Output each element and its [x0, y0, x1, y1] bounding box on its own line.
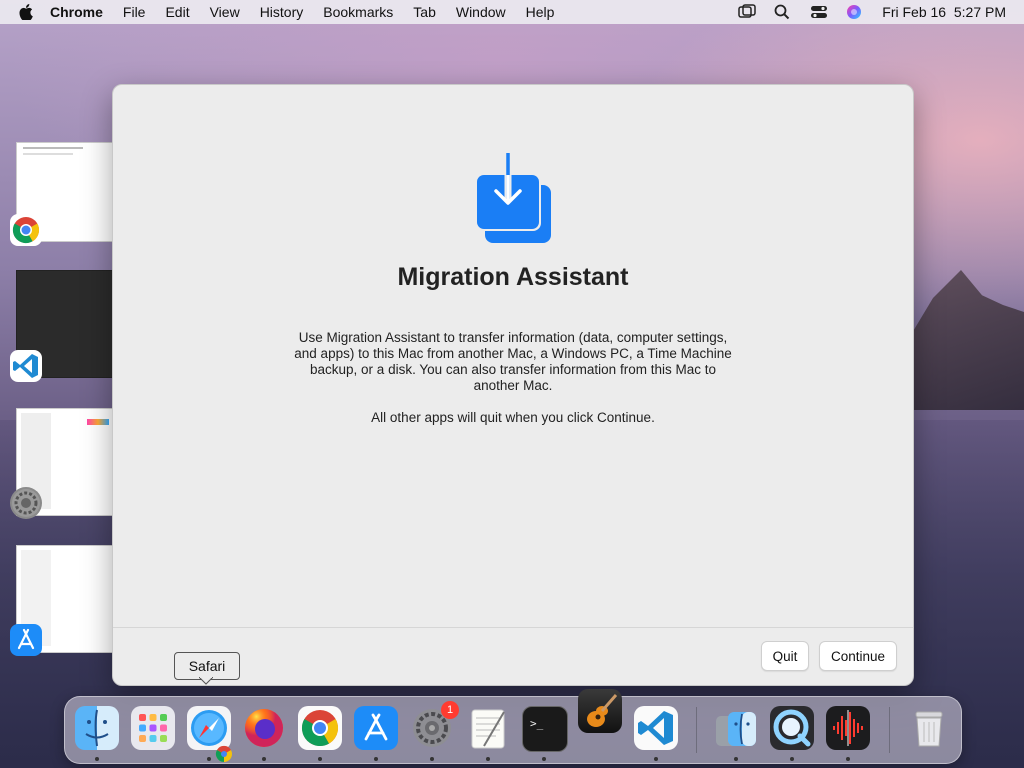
menu-bar-clock[interactable]: Fri Feb 16 5:27 PM — [882, 4, 1006, 20]
chrome-running-overlay-icon — [215, 745, 233, 763]
textedit-running-indicator — [486, 757, 490, 761]
menu-tab[interactable]: Tab — [413, 4, 436, 20]
menu-file[interactable]: File — [123, 4, 146, 20]
migration-assistant-icon — [471, 151, 555, 247]
menu-view[interactable]: View — [210, 4, 240, 20]
chrome-dock-icon[interactable] — [298, 706, 342, 750]
chrome-icon[interactable] — [10, 214, 42, 246]
trash-icon[interactable] — [907, 706, 951, 750]
spotlight-search-icon[interactable] — [774, 4, 792, 20]
continue-button[interactable]: Continue — [819, 641, 897, 671]
window-title: Migration Assistant — [397, 263, 629, 291]
firefox-icon[interactable] — [242, 706, 286, 750]
migration-running-indicator — [734, 757, 738, 761]
finder-icon[interactable] — [75, 706, 119, 750]
notification-badge: 1 — [441, 701, 459, 719]
voice-memos-icon[interactable] — [826, 706, 870, 750]
menu-bar-status: Fri Feb 16 5:27 PM — [738, 4, 1006, 20]
app-store-dock-icon[interactable] — [354, 706, 398, 750]
dock: 1 >_ — [64, 689, 962, 764]
system-preferences-running-indicator — [430, 757, 434, 761]
screen-mirroring-icon[interactable] — [738, 4, 757, 20]
window-description: Use Migration Assistant to transfer info… — [294, 330, 732, 393]
dock-separator — [696, 707, 697, 753]
terminal-running-indicator — [542, 757, 546, 761]
menu-help[interactable]: Help — [526, 4, 555, 20]
system-preferences-icon[interactable] — [10, 487, 42, 519]
dock-tooltip: Safari — [174, 652, 240, 680]
apple-menu-icon[interactable] — [16, 2, 36, 22]
siri-icon[interactable] — [846, 4, 864, 20]
menu-app-name[interactable]: Chrome — [50, 4, 103, 20]
quicktime-running-indicator — [790, 757, 794, 761]
finder-running-indicator — [95, 757, 99, 761]
firefox-running-indicator — [262, 757, 266, 761]
vscode-dock-icon[interactable] — [634, 706, 678, 750]
footer-divider — [113, 627, 913, 628]
textedit-icon[interactable] — [466, 706, 510, 750]
garageband-icon[interactable] — [578, 689, 622, 733]
launchpad-icon[interactable] — [131, 706, 175, 750]
quicktime-icon[interactable] — [770, 706, 814, 750]
menu-bookmarks[interactable]: Bookmarks — [323, 4, 393, 20]
app-store-icon[interactable] — [10, 624, 42, 656]
chrome-running-indicator — [318, 757, 322, 761]
quit-apps-note: All other apps will quit when you click … — [371, 410, 655, 425]
voice-memos-running-indicator — [846, 757, 850, 761]
vscode-icon[interactable] — [10, 350, 42, 382]
app-store-running-indicator — [374, 757, 378, 761]
safari-running-indicator — [207, 757, 211, 761]
migration-finder-icon[interactable] — [714, 706, 758, 750]
menu-window[interactable]: Window — [456, 4, 506, 20]
migration-assistant-window: Migration Assistant Use Migration Assist… — [112, 84, 914, 686]
dock-separator-trash — [889, 707, 890, 753]
terminal-icon[interactable]: >_ — [522, 706, 568, 752]
control-center-icon[interactable] — [810, 4, 828, 20]
menu-history[interactable]: History — [260, 4, 304, 20]
menu-bar: Chrome File Edit View History Bookmarks … — [0, 0, 1024, 24]
quit-button[interactable]: Quit — [761, 641, 809, 671]
vscode-running-indicator — [654, 757, 658, 761]
svg-text:>_: >_ — [530, 717, 544, 730]
safari-icon[interactable] — [187, 706, 231, 750]
menu-edit[interactable]: Edit — [165, 4, 189, 20]
tooltip-pointer — [199, 677, 213, 685]
